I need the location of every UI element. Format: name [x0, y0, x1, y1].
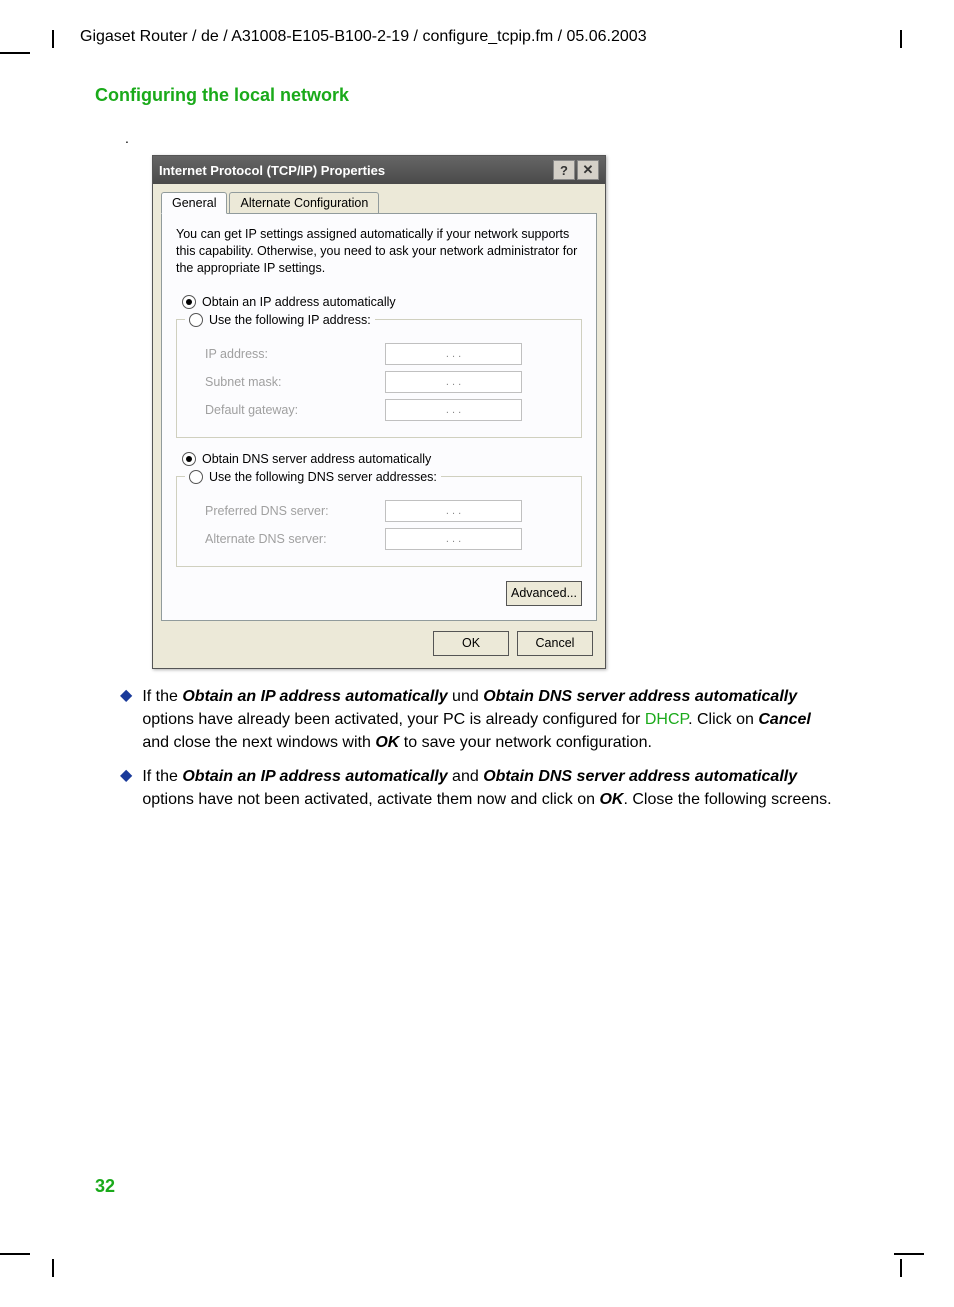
text: If the: [142, 768, 182, 785]
cancel-button[interactable]: Cancel: [517, 631, 593, 656]
link-dhcp[interactable]: DHCP: [645, 711, 688, 728]
intro-dot: .: [125, 130, 129, 146]
text: . Close the following screens.: [623, 791, 831, 808]
text-bold: OK: [599, 791, 623, 808]
section-title: Configuring the local network: [95, 85, 349, 106]
tab-general[interactable]: General: [161, 192, 227, 214]
text: If the: [142, 688, 182, 705]
text-bold: OK: [375, 734, 399, 751]
text-bold: Obtain an IP address automatically: [182, 768, 447, 785]
label-subnet-mask: Subnet mask:: [187, 375, 385, 389]
help-button[interactable]: ?: [553, 160, 575, 180]
dialog-footer: OK Cancel: [153, 621, 605, 668]
input-subnet-mask[interactable]: . . .: [385, 371, 522, 393]
radio-obtain-dns-auto[interactable]: [182, 452, 196, 466]
text: and: [448, 768, 484, 785]
bullet-1: ◆ If the Obtain an IP address automatica…: [120, 685, 840, 755]
label-ip-address: IP address:: [187, 347, 385, 361]
radio-use-ip-manual[interactable]: [189, 313, 203, 327]
instruction-list: ◆ If the Obtain an IP address automatica…: [120, 685, 840, 821]
input-preferred-dns[interactable]: . . .: [385, 500, 522, 522]
bullet-marker-icon: ◆: [120, 765, 132, 811]
label-alternate-dns: Alternate DNS server:: [187, 532, 385, 546]
dialog-titlebar: Internet Protocol (TCP/IP) Properties ? …: [153, 156, 605, 184]
radio-use-dns-manual[interactable]: [189, 470, 203, 484]
fieldset-dns-manual: Use the following DNS server addresses: …: [176, 470, 582, 567]
input-alternate-dns[interactable]: . . .: [385, 528, 522, 550]
label-obtain-dns-auto: Obtain DNS server address automatically: [202, 452, 431, 466]
text-bold: Obtain an IP address automatically: [182, 688, 447, 705]
ok-button[interactable]: OK: [433, 631, 509, 656]
text-bold: Obtain DNS server address automatically: [483, 688, 797, 705]
text: und: [448, 688, 484, 705]
tab-panel-general: You can get IP settings assigned automat…: [161, 213, 597, 621]
text: to save your network configuration.: [399, 734, 652, 751]
text: and close the next windows with: [142, 734, 375, 751]
radio-obtain-ip-auto[interactable]: [182, 295, 196, 309]
text: options have not been activated, activat…: [142, 791, 599, 808]
page-header: Gigaset Router / de / A31008-E105-B100-2…: [80, 28, 647, 46]
page-number: 32: [95, 1176, 115, 1197]
label-use-ip-manual: Use the following IP address:: [209, 313, 371, 327]
text-bold: Obtain DNS server address automatically: [483, 768, 797, 785]
advanced-button[interactable]: Advanced...: [506, 581, 582, 606]
label-preferred-dns: Preferred DNS server:: [187, 504, 385, 518]
label-use-dns-manual: Use the following DNS server addresses:: [209, 470, 437, 484]
text-bold: Cancel: [758, 711, 810, 728]
fieldset-ip-manual: Use the following IP address: IP address…: [176, 313, 582, 438]
text: options have already been activated, you…: [142, 711, 645, 728]
tab-alternate-configuration[interactable]: Alternate Configuration: [229, 192, 379, 213]
bullet-2: ◆ If the Obtain an IP address automatica…: [120, 765, 840, 811]
label-obtain-ip-auto: Obtain an IP address automatically: [202, 295, 396, 309]
bullet-marker-icon: ◆: [120, 685, 132, 755]
dialog-tabs: General Alternate Configuration: [161, 192, 597, 214]
close-button[interactable]: ✕: [577, 160, 599, 180]
tcpip-properties-dialog: Internet Protocol (TCP/IP) Properties ? …: [152, 155, 606, 669]
label-default-gateway: Default gateway:: [187, 403, 385, 417]
text: . Click on: [688, 711, 758, 728]
input-default-gateway[interactable]: . . .: [385, 399, 522, 421]
dialog-intro-text: You can get IP settings assigned automat…: [176, 226, 582, 277]
dialog-title: Internet Protocol (TCP/IP) Properties: [159, 163, 385, 178]
input-ip-address[interactable]: . . .: [385, 343, 522, 365]
